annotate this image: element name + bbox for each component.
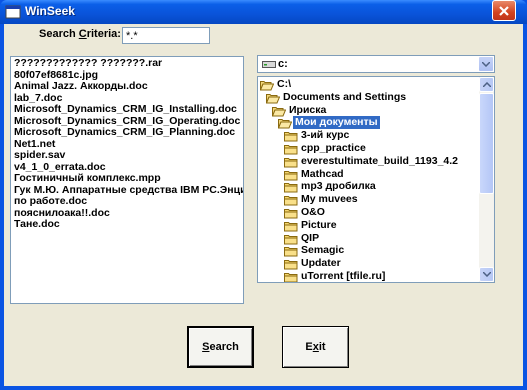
folder-icon — [284, 132, 298, 142]
folder-icon — [284, 260, 298, 270]
file-list-item[interactable]: Гостиничный комплекс.mpp — [14, 172, 240, 185]
drive-dropdown-button[interactable] — [478, 56, 494, 72]
drive-select[interactable]: c: — [257, 55, 495, 73]
chevron-up-icon — [483, 82, 491, 87]
folder-icon — [284, 145, 298, 155]
client-area: Search Criteria: ????????????? ???????.r… — [4, 24, 523, 386]
directory-label: uTorrent [tfile.ru] — [301, 270, 386, 282]
search-criteria-label: Search Criteria: — [39, 28, 121, 40]
exit-button[interactable]: Exit — [282, 326, 349, 368]
file-list-item[interactable]: ????????????? ???????.rar — [14, 57, 240, 70]
folder-icon — [284, 196, 298, 206]
chevron-down-icon — [483, 272, 491, 277]
directory-label: C:\ — [277, 78, 291, 90]
scroll-thumb[interactable] — [479, 93, 494, 194]
close-button[interactable] — [492, 0, 516, 21]
winseek-window: WinSeek Search Criteria: ????????????? ?… — [0, 0, 527, 390]
directory-label: My muvees — [301, 193, 358, 206]
chevron-down-icon — [482, 62, 490, 67]
file-list-item[interactable]: Microsoft_Dynamics_CRM_IG_Installing.doc — [14, 103, 240, 116]
directory-label: Mathcad — [301, 167, 344, 180]
folder-icon — [284, 170, 298, 181]
folder-icon — [284, 209, 298, 219]
directory-list[interactable]: C:\ Documents and Settings Ириска Мои докум… — [257, 76, 495, 283]
open-folder-icon — [266, 93, 280, 104]
scroll-down-button[interactable] — [479, 267, 494, 282]
file-list-item[interactable]: Microsoft_Dynamics_CRM_IG_Planning.doc — [14, 126, 240, 139]
folder-icon — [284, 247, 298, 257]
directory-label: Ириска — [289, 103, 327, 116]
directory-label: Documents and Settings — [283, 90, 407, 103]
folder-icon — [284, 157, 298, 168]
directory-label: 3-ий курс — [301, 129, 350, 142]
window-title: WinSeek — [25, 4, 75, 18]
directory-label: QIP — [301, 231, 320, 244]
directory-scrollbar[interactable] — [479, 77, 494, 282]
folder-icon — [284, 273, 298, 282]
directory-label: O&O — [301, 206, 325, 218]
folder-icon — [284, 234, 298, 245]
file-list-item[interactable]: Тане.doc — [14, 218, 240, 231]
file-list-item[interactable]: по работе.doc — [14, 195, 240, 208]
open-folder-icon — [278, 119, 292, 129]
file-list-item[interactable]: spider.sav — [14, 149, 240, 162]
search-criteria-input[interactable] — [122, 27, 210, 44]
file-list-item[interactable]: Animal Jazz. Аккорды.doc — [14, 80, 240, 93]
title-bar[interactable]: WinSeek — [0, 0, 527, 24]
directory-label: everestultimate_build_1193_4.2 — [301, 154, 459, 167]
close-icon — [499, 6, 509, 16]
directory-label: mp3 дробилка — [301, 180, 376, 193]
directory-label: Updater — [301, 257, 341, 270]
directory-label: cpp_practice — [301, 142, 366, 154]
file-list[interactable]: ????????????? ???????.rar 80f07ef8681c.jp… — [10, 56, 244, 304]
folder-icon — [284, 183, 298, 193]
open-folder-icon — [260, 81, 274, 91]
directory-label: Мои документы — [293, 116, 380, 130]
directory-label: Semagic — [301, 244, 345, 257]
directory-label: Picture — [301, 218, 337, 231]
open-folder-icon — [272, 106, 286, 117]
drive-value: c: — [278, 58, 288, 70]
drive-icon — [262, 61, 276, 68]
app-icon — [5, 5, 21, 19]
folder-icon — [284, 221, 298, 232]
search-button[interactable]: Search — [187, 326, 254, 368]
scroll-up-button[interactable] — [479, 77, 494, 92]
